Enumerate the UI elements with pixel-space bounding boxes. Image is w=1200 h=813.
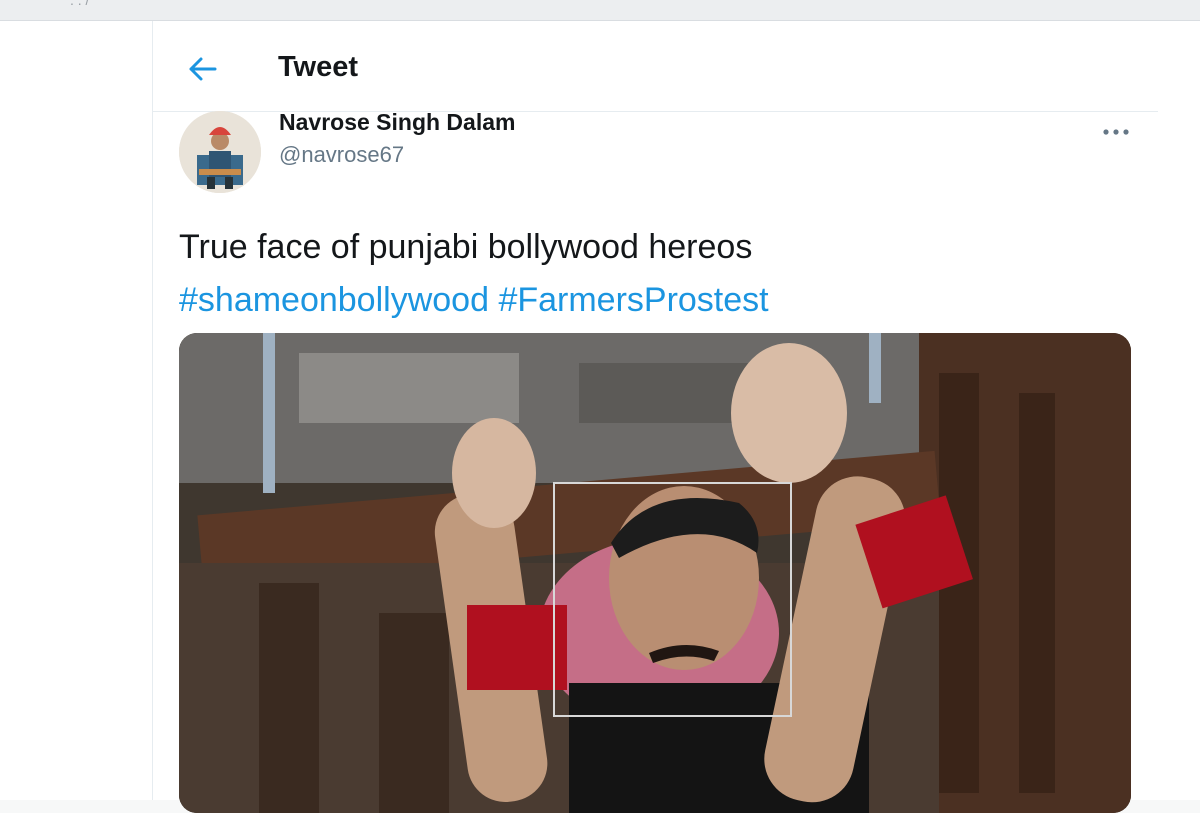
avatar-image [179, 111, 261, 193]
left-sidebar [0, 21, 152, 800]
tweet-media-photo[interactable] [179, 333, 1131, 813]
url-fragment: . . / [70, 0, 90, 8]
tweet-text: True face of punjabi bollywood hereos #s… [179, 221, 1119, 327]
more-horizontal-icon [1103, 129, 1129, 135]
browser-toolbar-strip: . . / [0, 0, 1200, 21]
photo-image [179, 333, 1131, 813]
back-button[interactable] [181, 47, 225, 91]
avatar[interactable] [179, 111, 261, 193]
arrow-left-icon [189, 57, 217, 81]
hashtag-link[interactable]: #shameonbollywood [179, 281, 489, 319]
hashtag-link[interactable]: #FarmersProstest [498, 281, 768, 319]
tweet-hashtags: #shameonbollywood #FarmersProstest [179, 274, 1119, 327]
page-title: Tweet [278, 51, 359, 83]
tweet-body: True face of punjabi bollywood hereos [179, 228, 753, 266]
page-header: Tweet [153, 21, 1158, 112]
right-sidebar [1158, 21, 1200, 800]
more-options-button[interactable] [1096, 117, 1136, 147]
author-display-name[interactable]: Navrose Singh Dalam [279, 109, 515, 136]
author-handle[interactable]: @navrose67 [279, 142, 404, 168]
main-column: Tweet Navrose Singh Dalam @navrose67 Tru [152, 21, 1159, 813]
